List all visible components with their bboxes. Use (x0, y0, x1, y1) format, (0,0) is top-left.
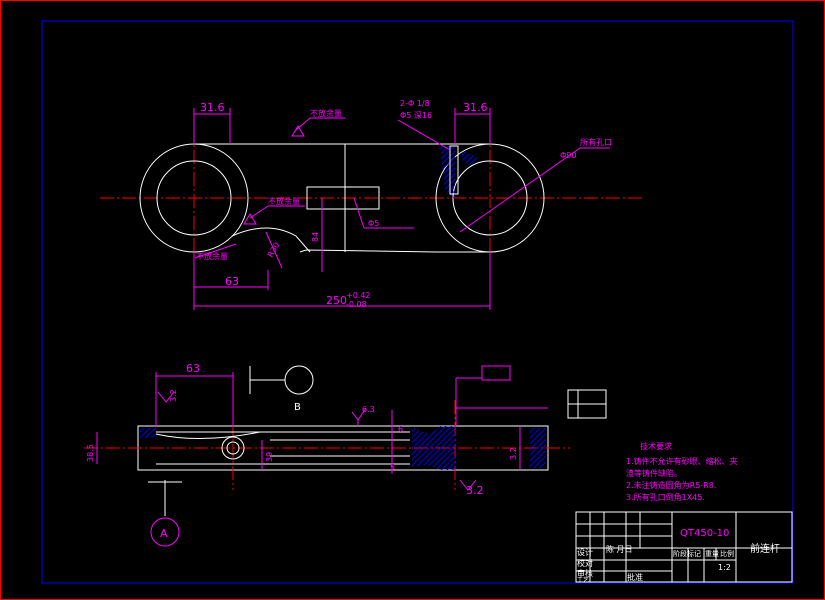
tech-line-1: 1.铸件不允许有砂眼、缩松、夹 (626, 456, 738, 466)
front-view: B A 63 3.2 38.5 39 6.3 6 5 3.2 3.2 (84, 362, 607, 547)
note-no-allowance-3: 不放余量 (196, 251, 228, 261)
dim-phi90: Φ90 (560, 151, 576, 160)
dim-250: 250 (326, 294, 347, 307)
dim-84: 84 (311, 232, 320, 242)
engineering-drawing: Φ90 所有孔口 31.6 31.6 2-Φ 1/8 Φ5 深16 不放余量 不… (0, 0, 825, 600)
tech-line-2: 渣等铸件缺陷。 (626, 468, 682, 478)
dim-63-top: 63 (225, 275, 239, 288)
tb-material: QT450-10 (680, 528, 729, 539)
dim-5: 5 (390, 463, 395, 472)
roughness-bottom: 3.2 (466, 484, 484, 497)
note-hole-spec: 2-Φ 1/8 (400, 99, 430, 108)
tb-row-process: 工艺 (577, 576, 589, 584)
tech-line-3: 2.未注铸造圆角为R5-R8. (626, 480, 716, 490)
tb-col-scale: 比例 (720, 549, 734, 558)
tb-scale: 1:2 (718, 563, 731, 572)
tb-col-weight: 重量 (705, 550, 719, 558)
dim-250-tol-lower: -0.08 (346, 300, 367, 309)
dim-31-6-right: 31.6 (463, 101, 488, 114)
note-fit: 所有孔口 (580, 137, 612, 147)
tb-col-stage: 阶段标记 (673, 549, 701, 558)
tb-row-check: 校对 (577, 558, 593, 568)
tb-approve: 批准 (627, 572, 643, 582)
dim-r30: R30 (266, 241, 282, 259)
dim-3-2-right: 3.2 (509, 447, 518, 460)
title-block: QT450-10 前连杆 1:2 设计 校对 审核 工艺 陈 月日 批准 阶段标… (575, 511, 793, 584)
top-view: Φ90 所有孔口 31.6 31.6 2-Φ 1/8 Φ5 深16 不放余量 不… (100, 99, 645, 310)
tb-designer: 陈 月日 (606, 544, 633, 554)
view-label-a: A (160, 527, 168, 540)
tech-title: 技术要求 (640, 441, 672, 451)
tech-line-4: 3.所有孔口倒角1X45. (626, 492, 705, 502)
note-no-allowance-2: 不放余量 (268, 196, 300, 206)
tb-row-design: 设计 (577, 547, 593, 557)
outer-border (0, 0, 825, 600)
dim-38-5: 38.5 (86, 444, 95, 462)
note-hole-spec-2: Φ5 深16 (400, 111, 432, 120)
tb-part-name: 前连杆 (750, 542, 780, 555)
roughness-6-3: 6.3 (362, 405, 375, 414)
section-label-b: B (294, 402, 301, 413)
note-no-allowance-1: 不放余量 (310, 108, 342, 118)
dim-slot-note: Φ5 (368, 219, 379, 228)
roughness-left: 3.2 (169, 389, 178, 402)
dim-39: 39 (265, 452, 274, 462)
dim-63-front: 63 (186, 362, 200, 375)
technical-requirements: 技术要求 1.铸件不允许有砂眼、缩松、夹 渣等铸件缺陷。 2.未注铸造圆角为R5… (626, 441, 738, 502)
dim-6: 6 (398, 425, 403, 434)
dim-31-6-left: 31.6 (200, 101, 225, 114)
dim-250-tol-upper: +0.42 (346, 291, 371, 300)
